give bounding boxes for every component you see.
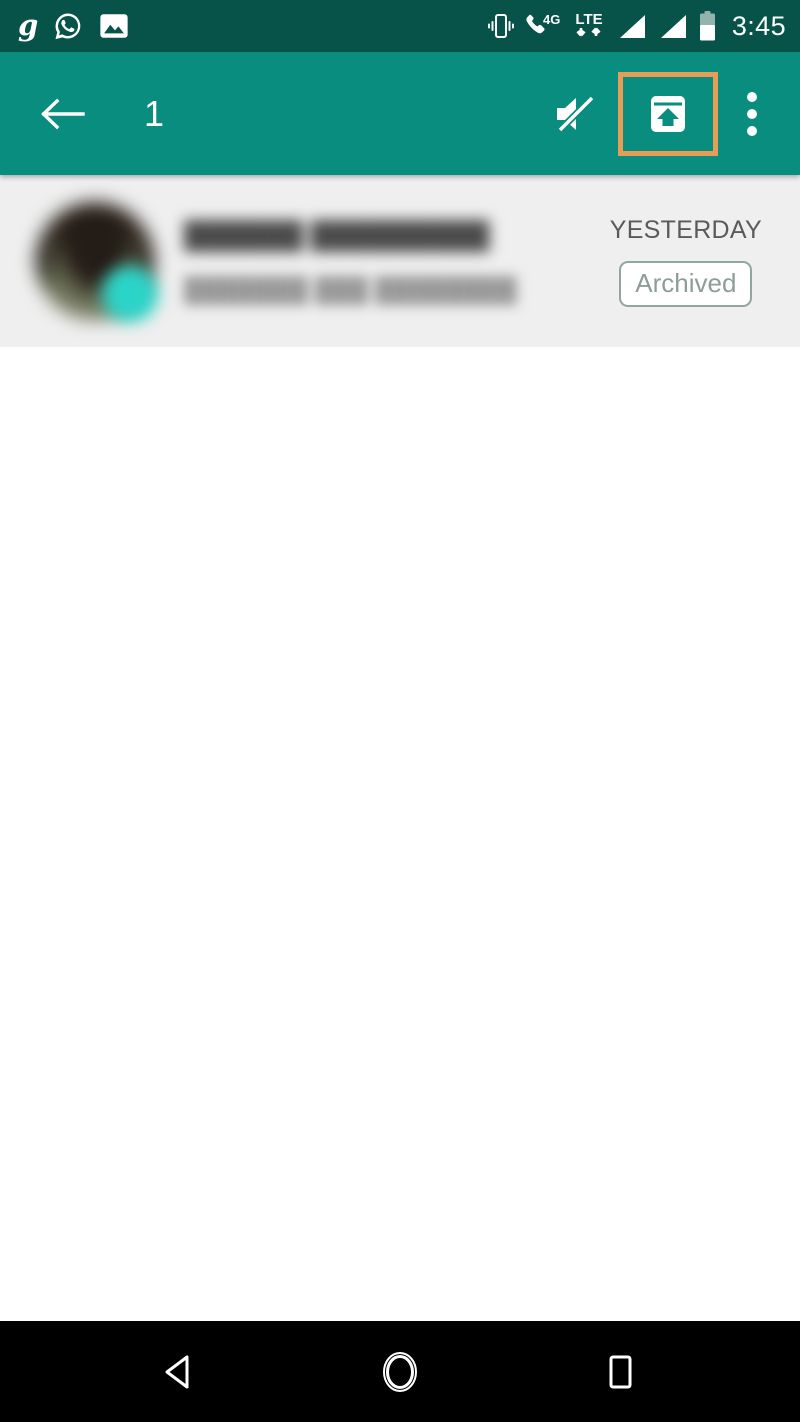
chat-list-item[interactable]: ██████ █████████ ███████ ███ ████████ YE… [0, 175, 800, 347]
back-button[interactable] [34, 86, 90, 142]
whatsapp-notification-icon [53, 11, 83, 41]
svg-text:LTE: LTE [575, 11, 602, 28]
status-bar-left-icons: g [18, 7, 129, 42]
overflow-menu-button[interactable] [724, 78, 780, 150]
chat-timestamp: YESTERDAY [609, 215, 762, 244]
mute-button[interactable] [540, 78, 612, 150]
chat-list: ██████ █████████ ███████ ███ ████████ YE… [0, 175, 800, 1321]
status-bar: g 4G LTE 3:45 [0, 0, 800, 52]
avatar-wrapper[interactable] [36, 202, 158, 322]
lte-data-icon: LTE [572, 10, 606, 42]
chat-contact-name: ██████ █████████ [184, 220, 490, 251]
selected-count-label: 1 [144, 92, 165, 134]
svg-text:4G: 4G [543, 12, 560, 27]
archived-status-badge: Archived [619, 260, 753, 307]
app-bar: 1 [0, 52, 800, 175]
unarchive-button[interactable] [618, 71, 718, 156]
vibrate-mode-icon [487, 12, 514, 40]
nav-recents-button[interactable] [560, 1321, 680, 1422]
signal-strength-sim1-icon [617, 13, 647, 40]
call-4g-icon: 4G [525, 12, 561, 40]
selected-check-badge [102, 266, 158, 322]
chat-list-empty-area [0, 347, 800, 1321]
photo-notification-icon [99, 13, 129, 39]
android-navigation-bar [0, 1321, 800, 1422]
status-bar-clock: 3:45 [731, 10, 786, 41]
app-bar-actions [540, 71, 780, 156]
chat-item-meta: YESTERDAY Archived [610, 216, 762, 307]
gaana-app-icon: g [18, 7, 38, 42]
signal-strength-sim2-icon [658, 13, 688, 40]
status-bar-right-icons: 4G LTE 3:45 [487, 10, 786, 42]
nav-home-button[interactable] [340, 1321, 460, 1422]
battery-icon [699, 11, 716, 41]
chat-message-preview: ███████ ███ ████████ [184, 276, 517, 304]
nav-back-button[interactable] [120, 1321, 240, 1422]
chat-item-text: ██████ █████████ ███████ ███ ████████ [184, 220, 610, 304]
